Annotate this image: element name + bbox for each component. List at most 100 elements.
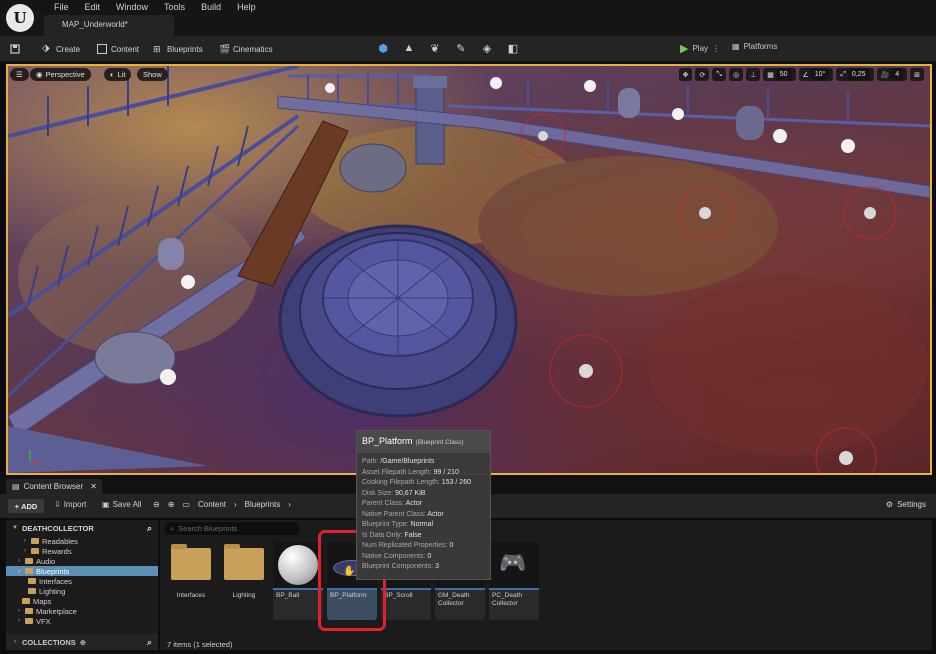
blueprint-icon: ⊞: [153, 44, 161, 54]
asset-tooltip: BP_Platform (Blueprint Class) Path: /Gam…: [356, 430, 491, 580]
fracture-mode-icon[interactable]: ◈: [480, 41, 494, 55]
save-icon: [10, 44, 20, 54]
search-input[interactable]: ⌕ Search Blueprints: [164, 522, 300, 535]
save-current-button[interactable]: [10, 42, 20, 56]
translate-tool-icon[interactable]: ✥: [678, 68, 693, 81]
landscape-mode-icon[interactable]: ▲: [402, 41, 416, 55]
sources-panel: ▼ DEATHCOLLECTOR ⌕ › Readables › Rewards…: [6, 520, 158, 650]
collections-label: COLLECTIONS: [22, 637, 76, 647]
foliage-mode-icon[interactable]: ❦: [428, 41, 442, 55]
tree-item-lighting[interactable]: Lighting: [6, 586, 158, 596]
save-all-label: Save All: [112, 500, 142, 509]
close-icon[interactable]: ✕: [90, 482, 97, 491]
folder-icon: [28, 578, 36, 584]
surface-snap-icon[interactable]: ⊥: [746, 68, 761, 81]
tree-item-blueprints[interactable]: ▾ Blueprints: [6, 566, 158, 576]
menu-tools[interactable]: Tools: [156, 1, 193, 13]
play-icon: ▶: [680, 43, 689, 55]
unreal-logo-icon[interactable]: U: [6, 4, 34, 32]
asset-bp-ball[interactable]: BP_Ball: [273, 542, 323, 620]
breadcrumb-content[interactable]: Content: [198, 500, 226, 509]
tree-item-label: Blueprints: [36, 566, 70, 576]
menu-edit[interactable]: Edit: [77, 1, 109, 13]
platforms-button[interactable]: ▦ Platforms: [732, 42, 777, 51]
import-button[interactable]: ⇩ Import: [54, 500, 86, 509]
tooltip-value: /Game/Blueprints: [380, 458, 435, 465]
asset-view: ⌕ Search Blueprints Interfaces Lighting …: [160, 520, 932, 650]
show-button[interactable]: Show: [137, 68, 168, 81]
viewport-menu-button[interactable]: ☰: [10, 68, 29, 81]
tree-item-maps[interactable]: Maps: [6, 596, 158, 606]
content-button[interactable]: Content: [97, 42, 139, 56]
settings-button[interactable]: ⚙ Settings: [886, 500, 926, 509]
tree-item-readables[interactable]: › Readables: [6, 536, 158, 546]
create-button[interactable]: ⬗ Create: [42, 42, 80, 56]
tree-item-rewards[interactable]: › Rewards: [6, 546, 158, 556]
settings-label: Settings: [897, 500, 926, 509]
asset-label: BP_Ball: [276, 592, 300, 599]
tooltip-value: 99 / 210: [433, 468, 459, 476]
content-browser-tab[interactable]: ▤ Content Browser ✕: [6, 479, 102, 494]
play-button[interactable]: ▶ Play ⋮: [680, 42, 720, 55]
tooltip-key: Blueprint Type:: [362, 521, 409, 528]
search-placeholder: Search Blueprints: [178, 524, 238, 533]
import-label: Import: [63, 500, 87, 509]
collections-header[interactable]: › COLLECTIONS ⊕ ⌕: [6, 634, 158, 650]
tooltip-value: 0: [427, 552, 432, 560]
tree-item-label: Lighting: [39, 586, 66, 596]
tree-item-interfaces[interactable]: Interfaces: [6, 576, 158, 586]
chevron-down-icon: ▾: [17, 568, 21, 575]
rotate-tool-icon[interactable]: ⟳: [695, 68, 710, 81]
add-button[interactable]: + ADD: [8, 499, 44, 513]
add-collection-icon[interactable]: ⊕: [80, 638, 86, 647]
scale-tool-icon[interactable]: ⤡: [712, 68, 726, 81]
breadcrumb-separator-icon: ›: [234, 500, 237, 509]
menu-build[interactable]: Build: [193, 1, 229, 13]
blueprints-button[interactable]: ⊞ Blueprints: [153, 42, 203, 56]
search-icon[interactable]: ⌕: [147, 523, 152, 534]
world-space-icon[interactable]: ◎: [728, 68, 744, 81]
scale-snap-value[interactable]: ⤢ 0,25: [836, 68, 874, 81]
lit-button[interactable]: ◐ Lit: [104, 68, 132, 81]
tree-root[interactable]: ▼ DEATHCOLLECTOR ⌕: [6, 520, 158, 536]
tooltip-value: 90,67 KiB: [395, 489, 426, 497]
save-all-button[interactable]: ▣ Save All: [102, 500, 141, 509]
tooltip-key: Num Replicated Properties:: [362, 542, 448, 549]
tree-item-audio[interactable]: › Audio: [6, 556, 158, 566]
level-tab[interactable]: MAP_Underworld*: [44, 15, 174, 36]
rotation-snap-value[interactable]: ∠ 10°: [798, 68, 834, 81]
history-back-icon[interactable]: ⊖: [153, 500, 160, 509]
camera-speed-value[interactable]: 🎥 4: [876, 68, 908, 81]
tree-item-vfx[interactable]: › VFX: [6, 616, 158, 626]
viewport-layout-icon[interactable]: ⊞: [910, 68, 924, 81]
tooltip-key: Native Components:: [362, 552, 426, 560]
asset-folder-interfaces[interactable]: Interfaces: [166, 542, 216, 620]
rotation-snap-text: 10°: [810, 68, 830, 81]
cinematics-button[interactable]: 🎬 Cinematics: [219, 42, 273, 56]
level-viewport[interactable]: ☰ ◉ Perspective ◐ Lit Show ✥ ⟳ ⤡ ◎ ⊥ ▦ 5…: [6, 64, 932, 475]
search-icon[interactable]: ⌕: [147, 637, 152, 648]
chevron-right-icon: ›: [18, 618, 20, 624]
lit-label: Lit: [117, 70, 126, 79]
gamepad-icon: 🎮: [499, 550, 527, 575]
play-options-icon[interactable]: ⋮: [712, 44, 720, 53]
modeling-mode-icon[interactable]: ◧: [506, 41, 520, 55]
paint-mode-icon[interactable]: ✎: [454, 41, 468, 55]
asset-folder-lighting[interactable]: Lighting: [219, 542, 269, 620]
asset-pc-death-collector[interactable]: 🎮 PC_Death Collector: [489, 542, 539, 620]
menu-window[interactable]: Window: [108, 1, 156, 13]
perspective-button[interactable]: ◉ Perspective: [30, 68, 91, 81]
history-forward-icon[interactable]: ⊕: [168, 500, 175, 509]
scene-render: [8, 66, 930, 473]
breadcrumb-blueprints[interactable]: Blueprints: [245, 500, 281, 509]
grid-snap-value[interactable]: ▦ 50: [763, 68, 796, 81]
tree-item-marketplace[interactable]: › Marketplace: [6, 606, 158, 616]
gear-icon: ⚙: [885, 500, 894, 509]
folder-icon: ▭: [182, 500, 190, 509]
show-label: Show: [143, 70, 162, 79]
select-mode-icon[interactable]: ⬢: [376, 41, 390, 55]
breadcrumb: ⊖ ⊕ ▭ Content › Blueprints ›: [153, 500, 291, 509]
menu-help[interactable]: Help: [229, 1, 264, 13]
platform-mesh: [278, 224, 518, 418]
menu-file[interactable]: File: [46, 1, 77, 13]
